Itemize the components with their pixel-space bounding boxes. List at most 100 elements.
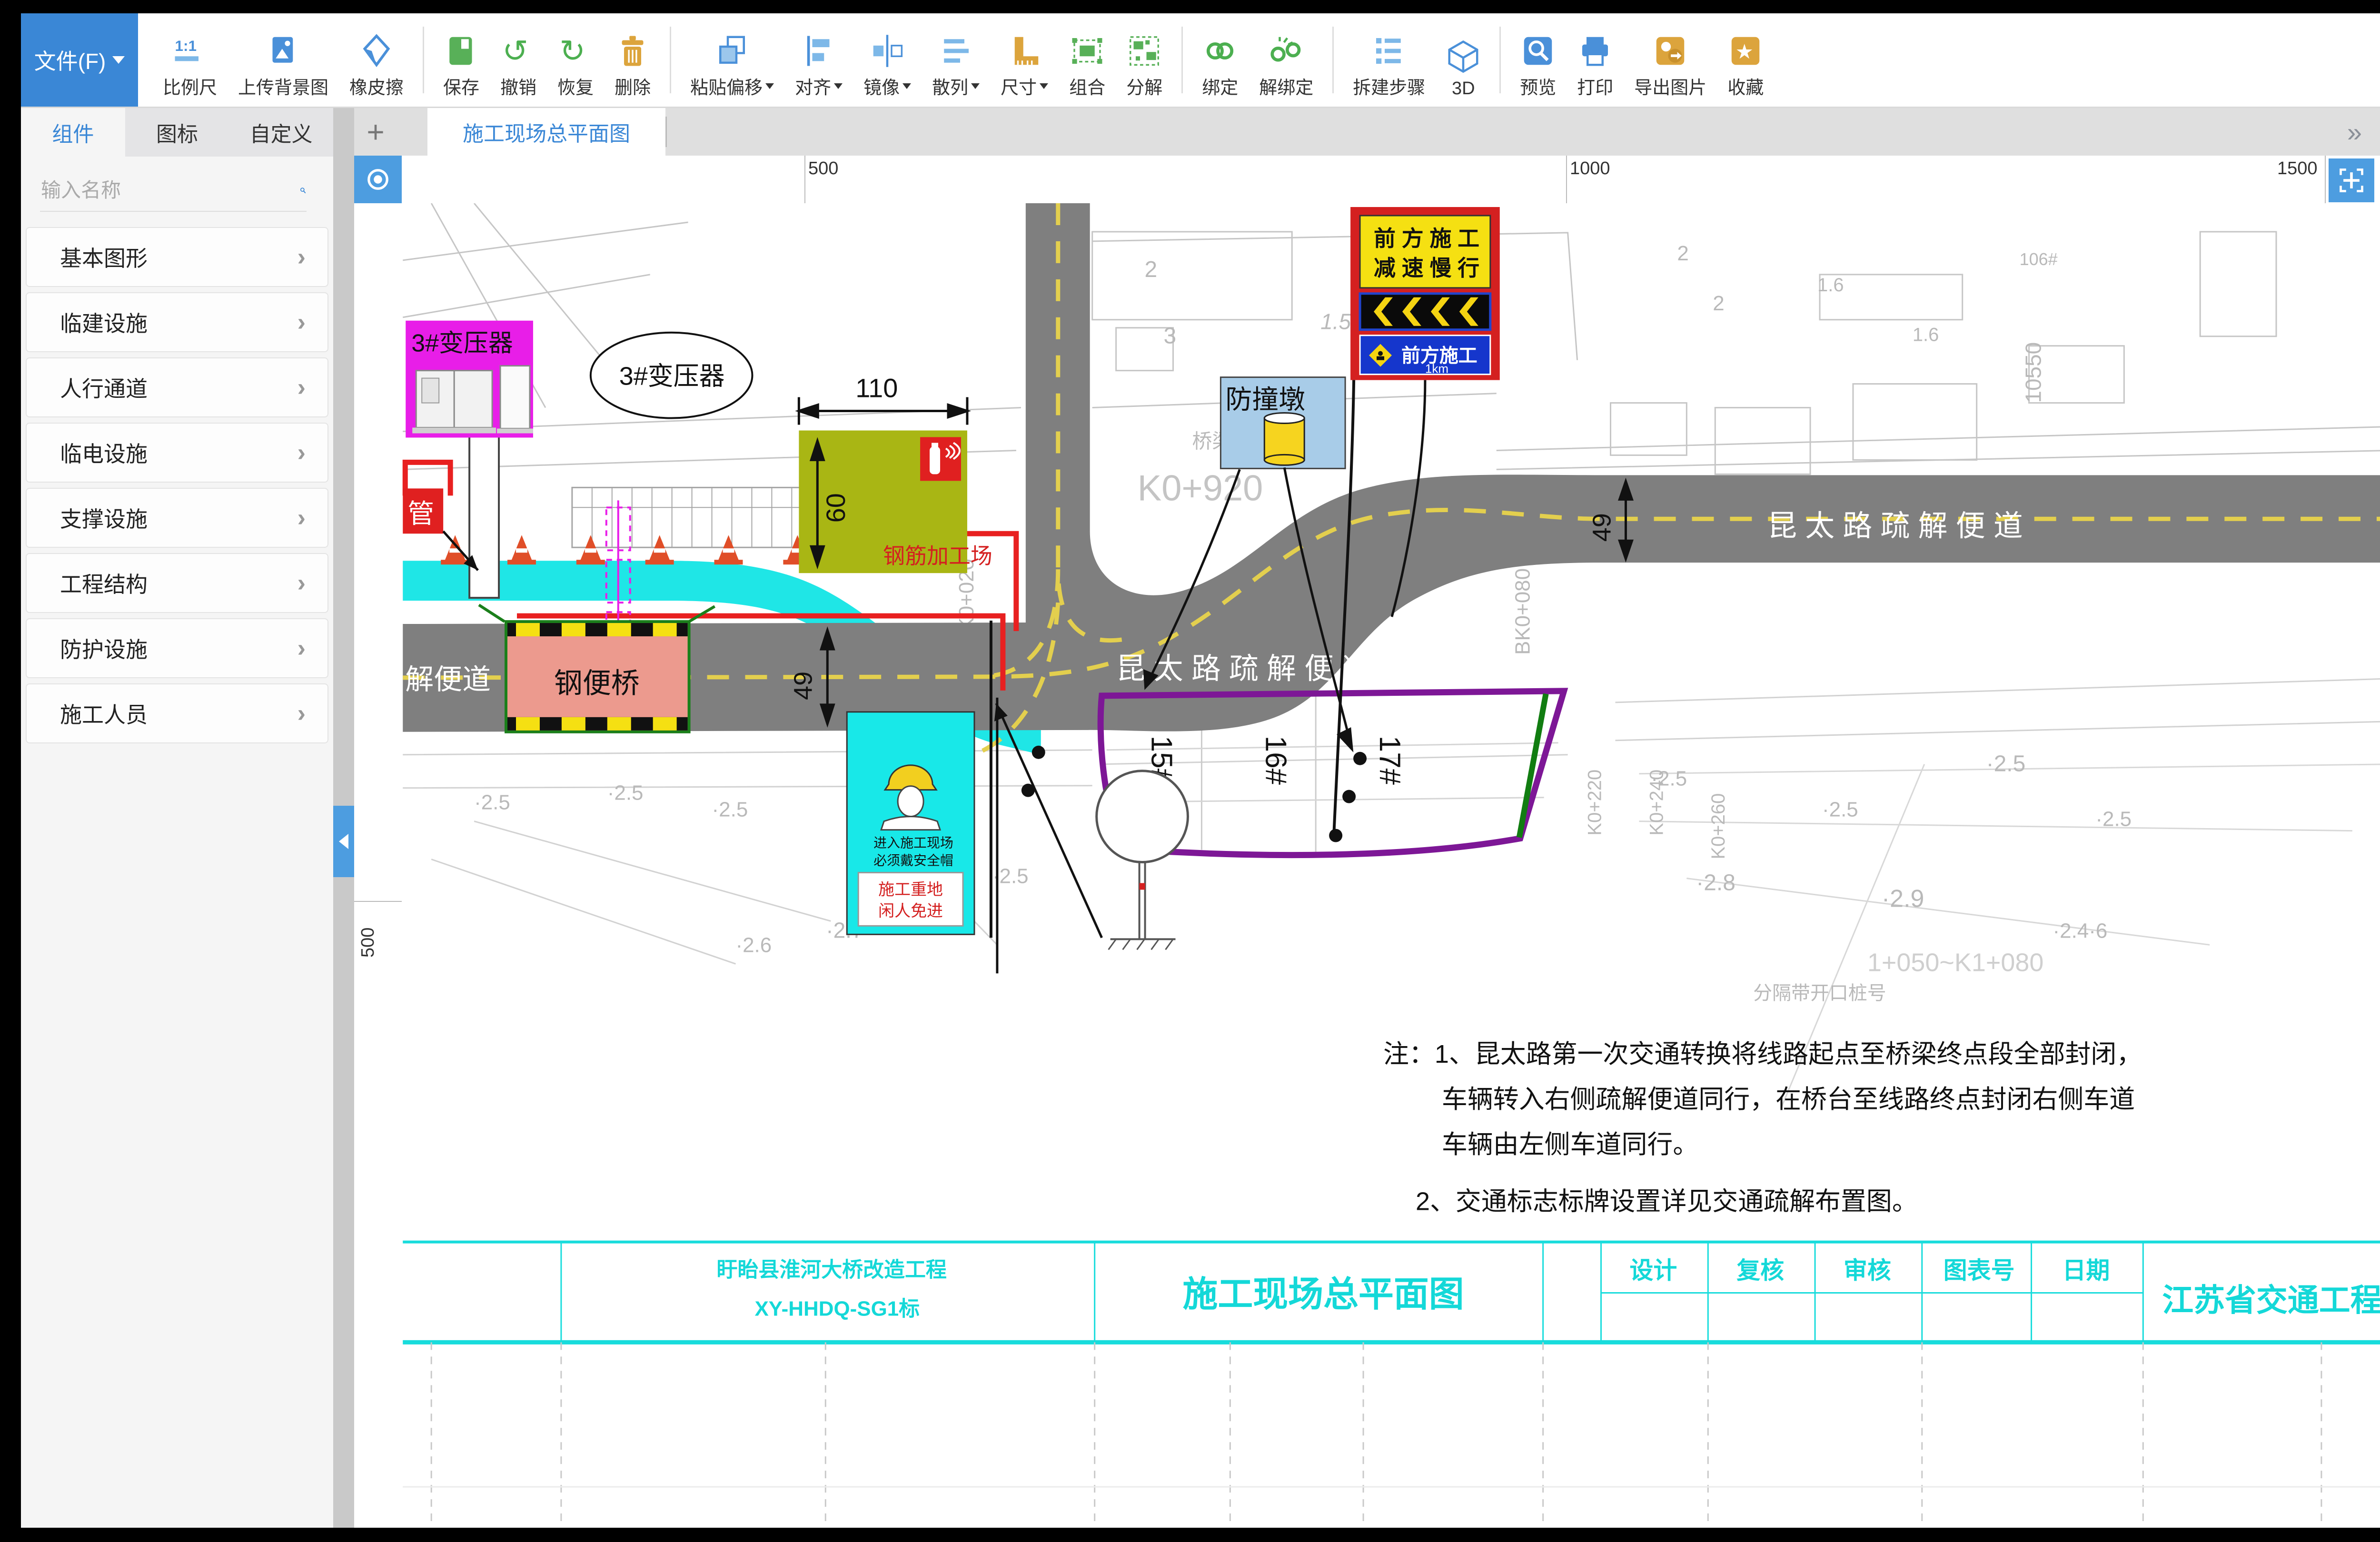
group-button[interactable]: 组合 xyxy=(1059,13,1116,107)
site-plan-drawing: 2 1.5 3 2 2 1.6 1.6 106# 桥梁终点 K0+920 BK0… xyxy=(402,203,2380,1528)
svg-text:16#: 16# xyxy=(1259,736,1292,785)
undo-icon: ↺ xyxy=(501,34,536,68)
sidebar-item-pedestrian[interactable]: 人行通道› xyxy=(26,357,328,417)
bind-button[interactable]: 绑定 xyxy=(1191,13,1249,107)
app-window: 文件(F) 1:1 比例尺 上传背景图 橡皮擦 保存 ↺ xyxy=(21,13,2380,1528)
crosshair-fit-icon xyxy=(2337,166,2366,195)
svg-text:钢筋加工场: 钢筋加工场 xyxy=(883,544,992,568)
drawing-canvas[interactable]: 2 1.5 3 2 2 1.6 1.6 106# 桥梁终点 K0+920 BK0… xyxy=(402,203,2380,1528)
svg-text:1.6: 1.6 xyxy=(1817,275,1844,296)
vertical-ruler[interactable]: 500 xyxy=(354,203,403,1528)
sidebar-item-support[interactable]: 支撑设施› xyxy=(26,488,328,548)
sidebar-item-basic-shapes[interactable]: 基本图形› xyxy=(26,227,328,287)
tab-site-plan[interactable]: 施工现场总平面图 xyxy=(427,108,665,156)
file-menu-label: 文件(F) xyxy=(34,44,106,76)
dimension-button[interactable]: 尺寸 xyxy=(990,13,1059,107)
transformer-box[interactable]: 3#变压器 xyxy=(406,321,533,438)
chevron-right-icon: › xyxy=(298,634,306,662)
fit-view-button[interactable] xyxy=(2329,158,2374,202)
undo-button[interactable]: ↺ 撤销 xyxy=(490,13,547,107)
note-text: 注：1、昆太路第一次交通转换将线路起点至桥梁终点段全部封闭， 车辆转入右侧疏解便… xyxy=(1383,1040,2142,1216)
scale-ruler-button[interactable]: 1:1 比例尺 xyxy=(152,13,228,107)
mirror-button[interactable]: 镜像 xyxy=(853,13,922,107)
svg-text:60: 60 xyxy=(821,493,851,523)
paste-offset-button[interactable]: 粘贴偏移 xyxy=(680,13,784,107)
search-icon[interactable] xyxy=(299,178,307,203)
redo-button[interactable]: ↻ 恢复 xyxy=(547,13,604,107)
print-button[interactable]: 打印 xyxy=(1567,13,1624,107)
svg-text:江苏省交通工程: 江苏省交通工程 xyxy=(2162,1282,2380,1317)
eraser-button[interactable]: 橡皮擦 xyxy=(339,13,414,107)
scatter-button[interactable]: 散列 xyxy=(922,13,990,107)
anti-collision-box[interactable]: 防撞墩 xyxy=(1220,377,1345,469)
add-tab-button[interactable]: + xyxy=(354,108,397,156)
delete-button[interactable]: 删除 xyxy=(604,13,661,107)
sidebar-item-temp-power[interactable]: 临电设施› xyxy=(26,423,328,483)
svg-text:1:1: 1:1 xyxy=(175,37,197,54)
caret-down-icon xyxy=(834,83,843,89)
sidebar-item-structures[interactable]: 工程结构› xyxy=(26,553,328,613)
svg-text:↺: ↺ xyxy=(502,34,528,68)
fire-extinguisher-icon xyxy=(920,437,961,481)
pipe-label-box[interactable]: 管 xyxy=(403,488,478,570)
traffic-sign-assembly[interactable]: 前 方 施 工 减 速 慢 行 前方施工 1km xyxy=(1350,207,1500,380)
group-icon xyxy=(1070,34,1104,68)
road-name-left: 解便道 xyxy=(405,663,491,695)
tab-components[interactable]: 组件 xyxy=(21,108,125,157)
build-steps-button[interactable]: 拆建步骤 xyxy=(1342,13,1436,107)
3d-button[interactable]: 3D xyxy=(1436,13,1491,107)
ungroup-button[interactable]: 分解 xyxy=(1116,13,1173,107)
export-image-button[interactable]: 导出图片 xyxy=(1624,13,1717,107)
export-image-icon xyxy=(1653,34,1687,68)
svg-text:3#变压器: 3#变压器 xyxy=(619,362,725,391)
svg-text:防撞墩: 防撞墩 xyxy=(1225,385,1305,415)
toolbar-separator xyxy=(1181,27,1183,93)
sidebar-item-temp-facilities[interactable]: 临建设施› xyxy=(26,292,328,352)
sidebar-item-protection[interactable]: 防护设施› xyxy=(26,618,328,678)
svg-text:钢便桥: 钢便桥 xyxy=(554,667,640,699)
svg-text:K0+260: K0+260 xyxy=(1708,793,1729,860)
favorite-button[interactable]: ★ 收藏 xyxy=(1717,13,1774,107)
svg-text:1+050~K1+080: 1+050~K1+080 xyxy=(1867,948,2043,977)
file-menu-button[interactable]: 文件(F) xyxy=(21,13,138,107)
svg-text:3: 3 xyxy=(1164,324,1177,349)
steel-bridge[interactable]: 钢便桥 xyxy=(479,605,714,732)
tab-custom[interactable]: 自定义 xyxy=(229,108,333,157)
horizontal-ruler[interactable]: 500 1000 1500 xyxy=(402,156,2380,204)
redo-icon: ↻ xyxy=(558,34,593,68)
upload-background-button[interactable]: 上传背景图 xyxy=(228,13,339,107)
search-row xyxy=(40,170,307,212)
svg-text:图表号: 图表号 xyxy=(1944,1257,2015,1284)
caret-down-icon xyxy=(971,83,980,89)
svg-text:2: 2 xyxy=(1677,242,1688,265)
toolbar-separator xyxy=(423,27,424,93)
chevron-right-icon: › xyxy=(298,699,306,728)
caret-down-icon xyxy=(765,83,774,89)
collapse-tabs-icon[interactable]: » xyxy=(2347,108,2362,156)
svg-text:施工现场总平面图: 施工现场总平面图 xyxy=(1182,1275,1464,1314)
ruler-icon xyxy=(1007,34,1041,68)
svg-text:17#: 17# xyxy=(1373,736,1406,785)
ruler-origin-button[interactable] xyxy=(354,156,402,203)
broken-link-icon xyxy=(1269,34,1303,68)
svg-text:·2.5: ·2.5 xyxy=(712,798,748,821)
save-icon xyxy=(444,34,478,68)
align-button[interactable]: 对齐 xyxy=(784,13,853,107)
svg-text:·2.5: ·2.5 xyxy=(1822,798,1858,821)
svg-text:↻: ↻ xyxy=(559,34,585,68)
tab-icons[interactable]: 图标 xyxy=(125,108,229,157)
chevron-right-icon: › xyxy=(298,243,306,271)
unbind-button[interactable]: 解绑定 xyxy=(1249,13,1324,107)
svg-text:管: 管 xyxy=(407,498,434,528)
target-circle-icon xyxy=(365,166,391,193)
image-icon xyxy=(266,34,300,68)
save-button[interactable]: 保存 xyxy=(433,13,490,107)
transformer-ellipse-label[interactable]: 3#变压器 xyxy=(591,333,753,418)
preview-button[interactable]: 预览 xyxy=(1509,13,1567,107)
sidebar-item-workers[interactable]: 施工人员› xyxy=(26,683,328,743)
svg-text:进入施工现场: 进入施工现场 xyxy=(873,836,953,850)
svg-text:★: ★ xyxy=(1735,40,1754,63)
svg-text:1km: 1km xyxy=(1425,362,1448,376)
collapse-left-panel-handle[interactable] xyxy=(333,806,354,877)
search-input[interactable] xyxy=(40,178,299,202)
